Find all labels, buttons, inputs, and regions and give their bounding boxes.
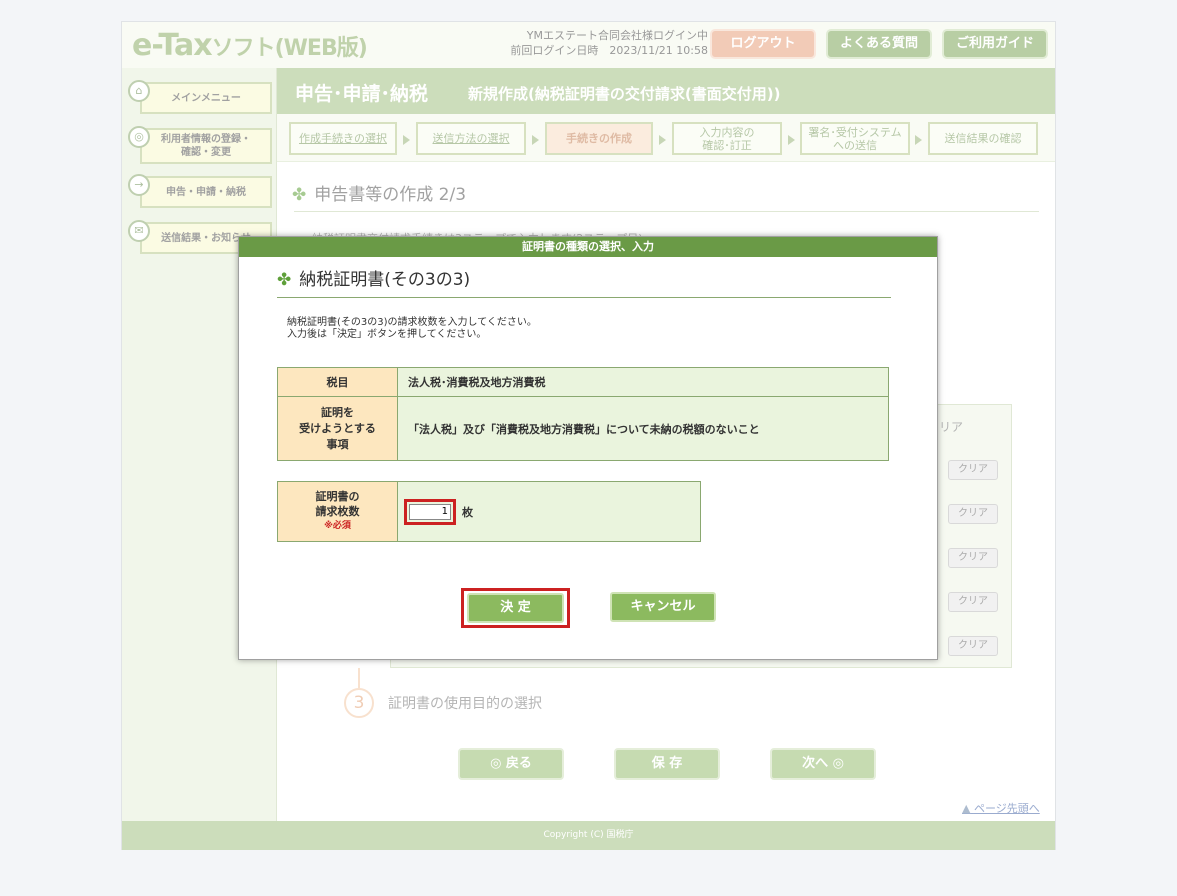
mail-icon: ✉ <box>128 220 150 242</box>
tax-item-label: 税目 <box>277 367 398 397</box>
clear-button[interactable]: クリア <box>948 636 998 656</box>
last-login: 前回ログイン日時 2023/11/21 10:58 <box>510 44 708 57</box>
clear-button[interactable]: クリア <box>948 460 998 480</box>
footer: Copyright (C) 国税庁 <box>122 821 1055 850</box>
up-arrow-icon: ▲ <box>962 802 971 815</box>
matter-value: 「法人税」及び「消費税及地方消費税」について未納の税額のないこと <box>397 396 889 461</box>
clear-button[interactable]: クリア <box>948 548 998 568</box>
step-confirm-result: 送信結果の確認 <box>928 122 1038 155</box>
cancel-button[interactable]: キャンセル <box>610 592 716 622</box>
step-select-procedure[interactable]: 作成手続きの選択 <box>289 122 397 155</box>
section-title: 申告･申請･納税 <box>295 83 429 105</box>
certificate-count-input[interactable] <box>409 503 451 520</box>
step-confirm-input: 入力内容の 確認･訂正 <box>672 122 782 155</box>
step-create-procedure: 手続きの作成 <box>545 122 653 155</box>
step-arrow-icon <box>659 135 666 145</box>
matter-label: 証明を 受けようとする 事項 <box>277 396 398 461</box>
tax-item-value: 法人税･消費税及地方消費税 <box>397 367 889 397</box>
step-arrow-icon <box>788 135 795 145</box>
page-top-link[interactable]: ▲ ページ先頭へ <box>962 800 1040 816</box>
clear-column-header: クリア <box>927 420 964 434</box>
sidebar-item-filing[interactable]: 申告・申請・納税 → <box>128 174 272 208</box>
step-3-label: 証明書の使用目的の選択 <box>388 696 542 712</box>
next-button[interactable]: 次へ ◎ <box>770 748 876 780</box>
step-3-number: 3 <box>344 688 374 718</box>
dialog-header: 証明書の種類の選択、入力 <box>239 237 937 257</box>
app-header: e-Taxソフト(WEB版) YMエステート合同会社様ログイン中 前回ログイン日… <box>122 22 1055 68</box>
step-connector <box>358 668 360 688</box>
count-table: 証明書の 請求枚数 ※必須 枚 <box>277 481 701 542</box>
sidebar-item-label: メインメニュー <box>140 82 272 114</box>
sidebar-item-label: 利用者情報の登録・ 確認・変更 <box>140 128 272 164</box>
step-arrow-icon <box>403 135 410 145</box>
clear-button[interactable]: クリア <box>948 504 998 524</box>
settings-icon: ◎ <box>128 126 150 148</box>
divider <box>294 211 1039 212</box>
certificate-dialog: 証明書の種類の選択、入力 ✤ 納税証明書(その3の3) 納税証明書(その3の3)の… <box>238 236 938 660</box>
home-icon: ⌂ <box>128 80 150 102</box>
login-info: YMエステート合同会社様ログイン中 前回ログイン日時 2023/11/21 10… <box>488 28 708 58</box>
count-input-highlight <box>404 498 456 525</box>
required-mark: ※必須 <box>324 521 351 531</box>
divider <box>277 297 891 298</box>
step-arrow-icon <box>915 135 922 145</box>
certificate-info-table: 税目 法人税･消費税及地方消費税 証明を 受けようとする 事項 「法人税」及び「… <box>277 367 889 461</box>
document-icon: → <box>128 174 150 196</box>
progress-steps: 作成手続きの選択 送信方法の選択 手続きの作成 入力内容の 確認･訂正 署名･受… <box>277 114 1055 162</box>
login-user: YMエステート合同会社様ログイン中 <box>526 29 708 42</box>
count-unit: 枚 <box>462 505 473 519</box>
app-logo: e-Taxソフト(WEB版) <box>132 28 368 63</box>
back-button[interactable]: ◎ 戻る <box>458 748 564 780</box>
page-subtitle: 新規作成(納税証明書の交付請求(書面交付用)) <box>468 85 781 103</box>
logout-button[interactable]: ログアウト <box>710 29 816 59</box>
sidebar-item-label: 申告・申請・納税 <box>140 176 272 208</box>
faq-button[interactable]: よくある質問 <box>826 29 932 59</box>
step-select-send-method[interactable]: 送信方法の選択 <box>416 122 526 155</box>
clear-button[interactable]: クリア <box>948 592 998 612</box>
content-title: ✤ 申告書等の作成 2/3 <box>292 185 467 205</box>
clover-icon: ✤ <box>277 270 292 290</box>
save-button[interactable]: 保 存 <box>614 748 720 780</box>
dialog-title: ✤ 納税証明書(その3の3) <box>277 270 471 290</box>
sidebar-item-main-menu[interactable]: メインメニュー ⌂ <box>128 80 272 114</box>
count-label: 証明書の 請求枚数 ※必須 <box>277 481 398 542</box>
title-bar: 申告･申請･納税 新規作成(納税証明書の交付請求(書面交付用)) <box>277 68 1055 114</box>
dialog-instruction: 納税証明書(その3の3)の請求枚数を入力してください。 入力後は「決定」ボタンを… <box>287 317 537 340</box>
sidebar-item-user-info[interactable]: 利用者情報の登録・ 確認・変更 ◎ <box>128 126 272 164</box>
clover-icon: ✤ <box>292 185 307 205</box>
step-sign-and-send: 署名･受付システム への送信 <box>800 122 910 155</box>
guide-button[interactable]: ご利用ガイド <box>942 29 1048 59</box>
step-arrow-icon <box>532 135 539 145</box>
count-cell: 枚 <box>397 481 701 542</box>
ok-button[interactable]: 決 定 <box>467 593 564 623</box>
